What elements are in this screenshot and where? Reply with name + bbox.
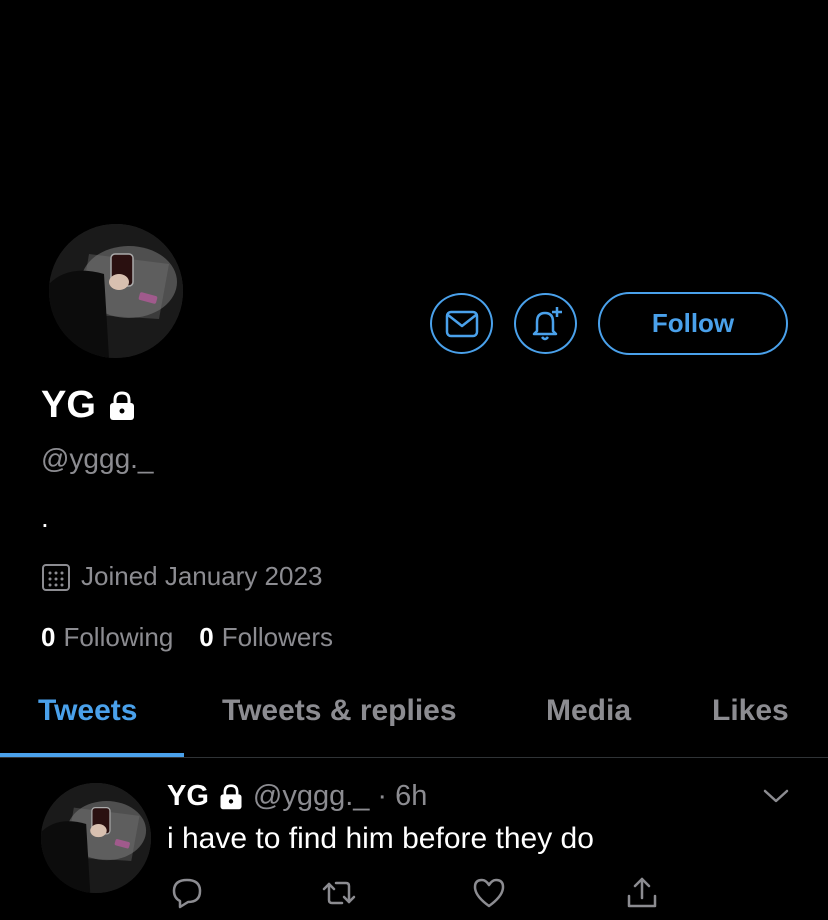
tweet-author-name[interactable]: YG bbox=[167, 780, 209, 813]
followers-label: Followers bbox=[221, 622, 334, 652]
profile-handle: @yggg._ bbox=[41, 443, 154, 474]
following-label: Following bbox=[63, 622, 174, 652]
followers-count: 0 bbox=[199, 622, 214, 652]
profile-bio: . bbox=[41, 502, 49, 533]
display-name-text: YG bbox=[41, 384, 96, 426]
tab-tweets[interactable]: Tweets bbox=[38, 694, 137, 728]
profile-tabs: Tweets Tweets & replies Media Likes bbox=[0, 690, 828, 758]
tweet-separator: · bbox=[377, 780, 388, 812]
share-icon[interactable] bbox=[625, 876, 659, 910]
joined-text: Joined January 2023 bbox=[81, 561, 323, 591]
notifications-button[interactable] bbox=[514, 293, 577, 354]
tab-media[interactable]: Media bbox=[546, 694, 631, 728]
tweet-header: YG @yggg._ · 6h bbox=[167, 780, 427, 813]
reply-icon[interactable] bbox=[170, 876, 204, 910]
retweet-icon[interactable] bbox=[322, 876, 356, 910]
bell-plus-icon bbox=[532, 306, 562, 340]
joined-date: Joined January 2023 bbox=[41, 561, 322, 592]
tab-tweets-replies[interactable]: Tweets & replies bbox=[222, 694, 457, 728]
tabs-divider bbox=[0, 757, 828, 758]
like-icon[interactable] bbox=[472, 876, 506, 910]
follow-button[interactable]: Follow bbox=[598, 292, 788, 355]
chevron-down-icon[interactable] bbox=[762, 786, 790, 806]
mail-icon bbox=[445, 310, 478, 337]
lock-icon bbox=[220, 783, 242, 809]
followers-stat[interactable]: 0 Followers bbox=[199, 622, 333, 653]
tab-likes[interactable]: Likes bbox=[712, 694, 789, 728]
avatar-photo bbox=[41, 783, 151, 893]
following-count: 0 bbox=[41, 622, 56, 652]
profile-display-name: YG bbox=[41, 384, 138, 427]
tweet-text: i have to find him before they do bbox=[167, 822, 594, 855]
profile-avatar[interactable] bbox=[49, 224, 183, 358]
profile-stats: 0 Following 0 Followers bbox=[41, 622, 333, 653]
tweet-author-handle: @yggg._ bbox=[252, 780, 370, 812]
tweet-time: 6h bbox=[395, 780, 428, 812]
avatar-photo bbox=[49, 224, 183, 358]
tweet-avatar[interactable] bbox=[41, 783, 151, 893]
message-button[interactable] bbox=[430, 293, 493, 354]
calendar-icon bbox=[42, 563, 70, 591]
following-stat[interactable]: 0 Following bbox=[41, 622, 173, 653]
lock-icon bbox=[109, 390, 134, 420]
